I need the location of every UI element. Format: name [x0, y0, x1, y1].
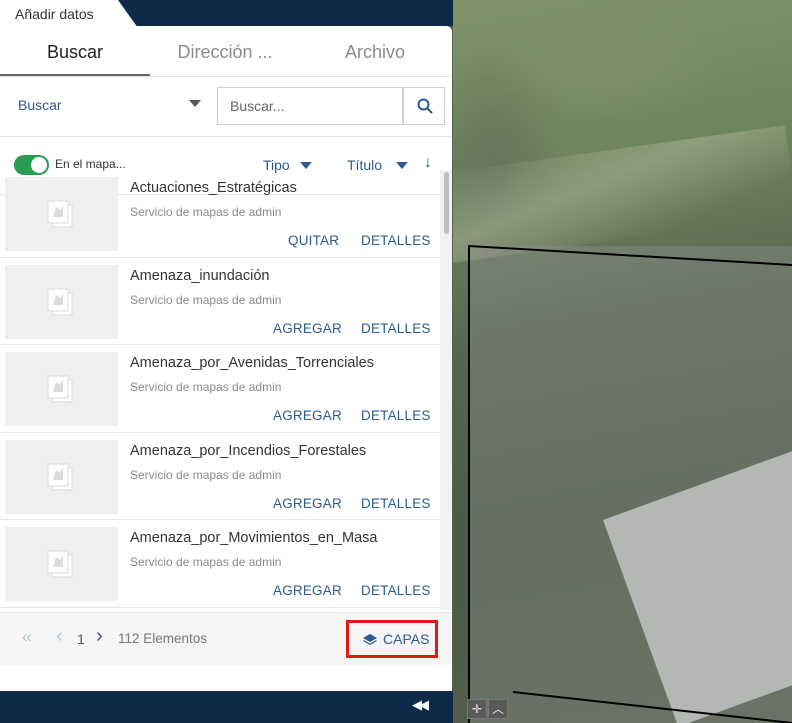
map-service-icon [47, 463, 73, 490]
item-title: Amenaza_por_Avenidas_Torrenciales [130, 355, 374, 371]
item-title: Amenaza_por_Movimientos_en_Masa [130, 530, 378, 546]
search-icon [417, 98, 433, 114]
map-expand-up-icon[interactable]: ︿ [488, 699, 508, 719]
map-service-icon [47, 200, 73, 228]
tab-archivo[interactable]: Archivo [300, 26, 450, 76]
item-title: Actuaciones_Estratégicas [130, 180, 297, 196]
current-page: 1 [77, 631, 85, 647]
item-owner: Servicio de mapas de admin [130, 467, 282, 482]
on-map-label: En el mapa... [55, 157, 126, 171]
item-thumbnail [5, 264, 118, 339]
add-button[interactable]: AGREGAR [273, 408, 342, 423]
item-thumbnail [5, 352, 118, 426]
list-item[interactable]: Amenaza_por_Avenidas_Torrenciales Servic… [0, 345, 440, 433]
search-button[interactable] [403, 87, 445, 125]
pagination-footer: « ‹ 1 › 112 Elementos CAPAS [0, 612, 452, 665]
layers-label: CAPAS [383, 631, 430, 647]
item-thumbnail [5, 177, 118, 251]
details-button[interactable]: DETALLES [361, 408, 431, 423]
add-button[interactable]: AGREGAR [273, 321, 342, 336]
list-item[interactable]: Amenaza_por_Incendios_Forestales Servici… [0, 433, 440, 520]
tab-buscar[interactable]: Buscar [0, 26, 150, 76]
search-scope-dropdown[interactable]: Buscar [18, 97, 62, 113]
details-button[interactable]: DETALLES [361, 583, 431, 598]
bottom-bar: ◀◀ [0, 691, 453, 723]
list-item[interactable]: Amenaza_inundación Servicio de mapas de … [0, 258, 440, 345]
first-page-icon[interactable]: « [22, 627, 32, 648]
next-page-icon[interactable]: › [96, 625, 103, 648]
item-owner: Servicio de mapas de admin [130, 205, 282, 219]
tab-direccion[interactable]: Dirección ... [150, 26, 300, 76]
chevron-down-icon[interactable] [396, 162, 408, 169]
layers-button[interactable]: CAPAS [346, 620, 438, 658]
scrollbar-thumb[interactable] [444, 172, 449, 234]
map-view[interactable]: ✛ ︿ [453, 0, 792, 723]
panel-tabs: Buscar Dirección ... Archivo [0, 26, 452, 77]
list-item[interactable]: Amenaza_por_Movimientos_en_Masa Servicio… [0, 520, 440, 608]
item-title: Amenaza_inundación [130, 267, 270, 284]
list-item[interactable]: Actuaciones_Estratégicas Servicio de map… [0, 170, 440, 258]
list-scrollbar[interactable] [440, 170, 452, 610]
item-owner: Servicio de mapas de admin [130, 555, 282, 569]
map-crosshair-icon[interactable]: ✛ [467, 699, 487, 719]
item-owner: Servicio de mapas de admin [130, 292, 282, 307]
chevron-down-icon[interactable] [300, 162, 312, 169]
result-list: Actuaciones_Estratégicas Servicio de map… [0, 170, 440, 610]
details-button[interactable]: DETALLES [361, 496, 431, 511]
map-service-icon [47, 375, 73, 403]
search-row: Buscar [0, 77, 452, 137]
item-title: Amenaza_por_Incendios_Forestales [130, 442, 367, 459]
item-owner: Servicio de mapas de admin [130, 380, 282, 394]
add-button[interactable]: AGREGAR [273, 496, 342, 511]
remove-button[interactable]: QUITAR [288, 233, 339, 248]
chevron-down-icon[interactable] [189, 100, 201, 107]
layers-icon [363, 634, 377, 645]
details-button[interactable]: DETALLES [361, 233, 431, 248]
prev-page-icon[interactable]: ‹ [56, 625, 63, 648]
item-count: 112 Elementos [118, 631, 208, 646]
search-input[interactable] [217, 87, 403, 125]
item-thumbnail [5, 439, 118, 514]
map-service-icon [47, 550, 73, 578]
item-thumbnail [5, 527, 118, 601]
double-chevron-left-icon[interactable]: ◀◀ [412, 697, 429, 713]
map-service-icon [47, 288, 73, 315]
details-button[interactable]: DETALLES [361, 321, 431, 336]
panel-title-tab: Añadir datos [0, 0, 138, 28]
parcel-outline [468, 244, 792, 723]
add-button[interactable]: AGREGAR [273, 583, 342, 598]
